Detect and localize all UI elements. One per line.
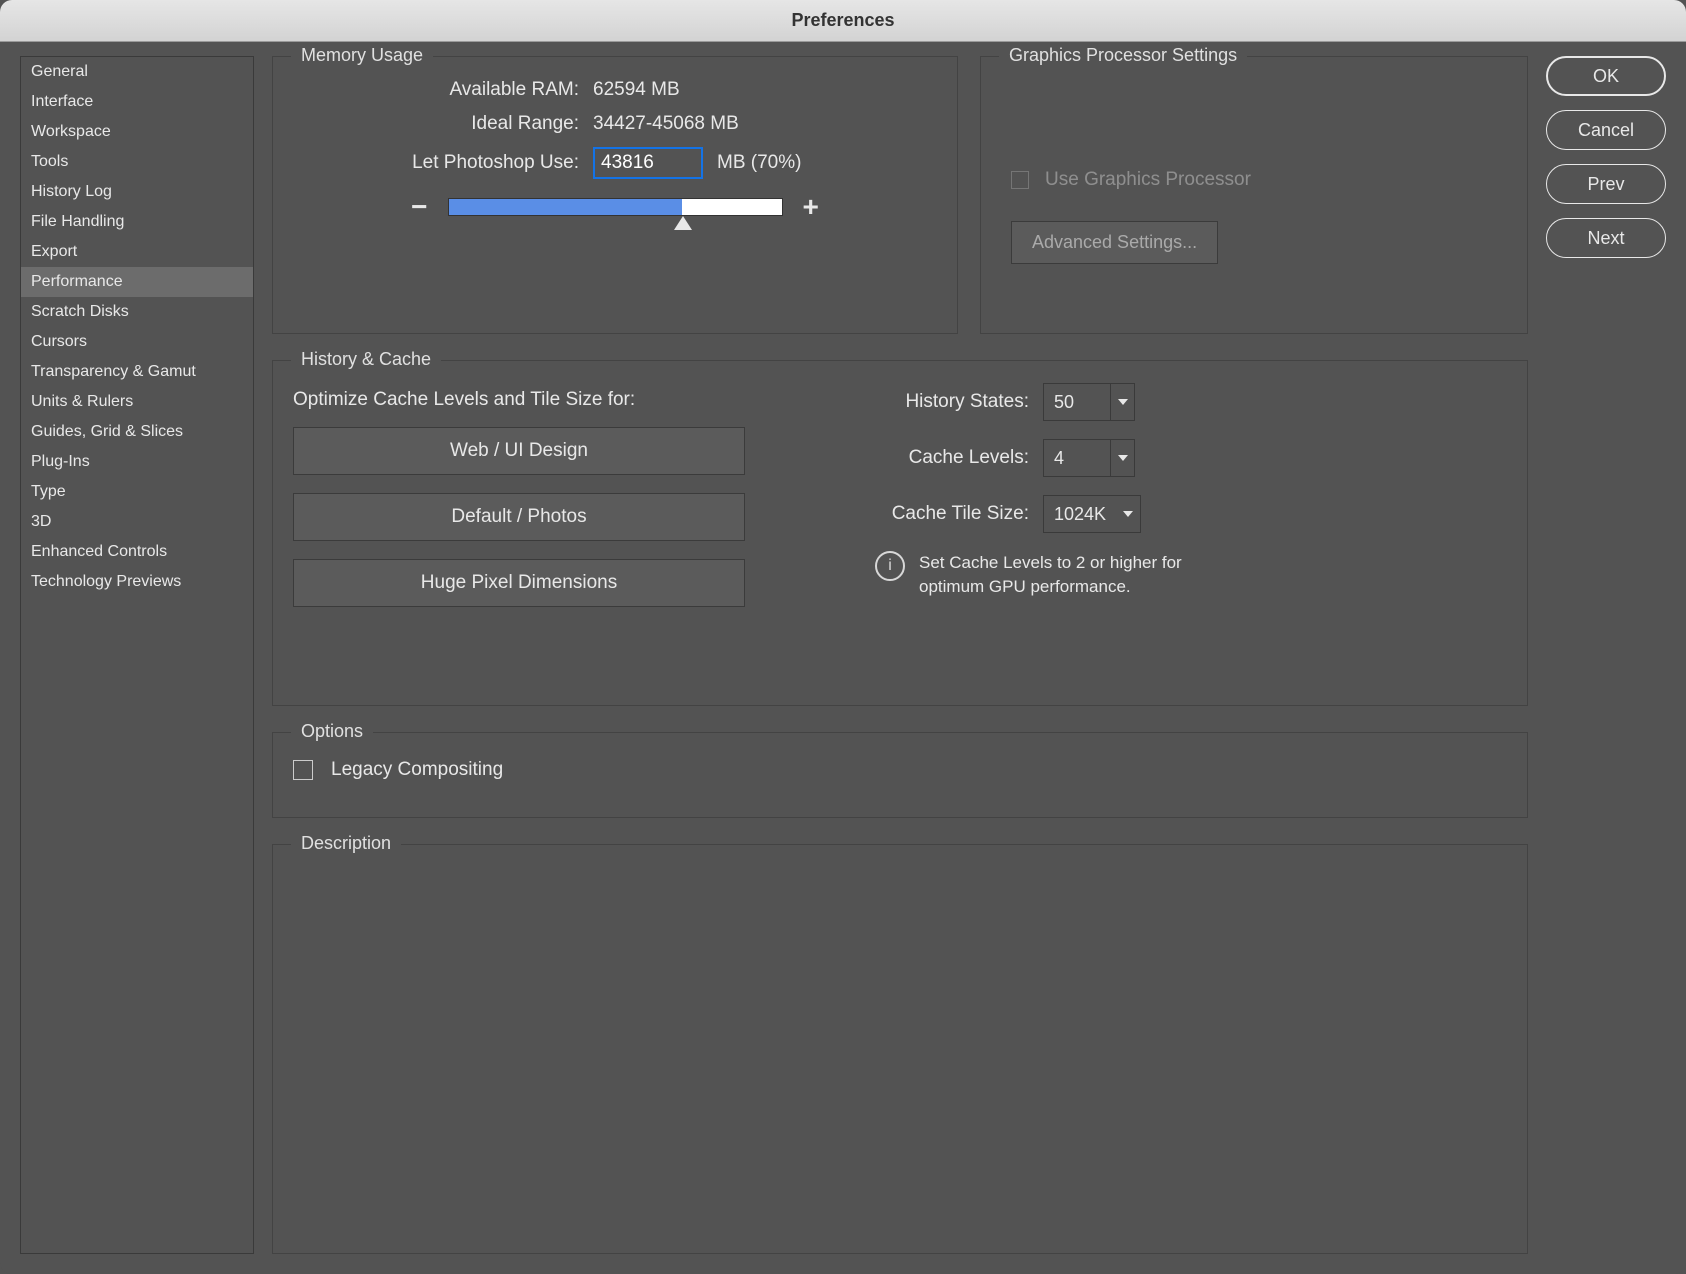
content-area: GeneralInterfaceWorkspaceToolsHistory Lo… xyxy=(0,42,1686,1274)
cache-levels-value: 4 xyxy=(1044,448,1110,469)
cache-info-text: Set Cache Levels to 2 or higher for opti… xyxy=(919,551,1239,599)
checkbox-icon xyxy=(1011,171,1029,189)
chevron-down-icon xyxy=(1116,496,1140,532)
sidebar-item-transparency-gamut[interactable]: Transparency & Gamut xyxy=(21,357,253,387)
use-gpu-label: Use Graphics Processor xyxy=(1045,169,1251,191)
history-states-select[interactable]: 50 xyxy=(1043,383,1135,421)
memory-decrease-button[interactable]: − xyxy=(411,191,427,223)
sidebar-item-file-handling[interactable]: File Handling xyxy=(21,207,253,237)
description-legend: Description xyxy=(291,833,401,854)
sidebar-item-plug-ins[interactable]: Plug-Ins xyxy=(21,447,253,477)
slider-thumb-icon[interactable] xyxy=(674,216,692,230)
sidebar-item-performance[interactable]: Performance xyxy=(21,267,253,297)
sidebar-item-guides-grid-slices[interactable]: Guides, Grid & Slices xyxy=(21,417,253,447)
optimize-label: Optimize Cache Levels and Tile Size for: xyxy=(293,389,773,411)
description-panel: Description xyxy=(272,844,1528,1254)
use-gpu-checkbox: Use Graphics Processor xyxy=(1011,169,1507,191)
advanced-settings-button: Advanced Settings... xyxy=(1011,221,1218,264)
window-title: Preferences xyxy=(791,10,894,31)
checkbox-icon xyxy=(293,760,313,780)
sidebar-item-general[interactable]: General xyxy=(21,57,253,87)
center-panels: Memory Usage Available RAM: 62594 MB Ide… xyxy=(272,56,1528,1254)
cache-levels-select[interactable]: 4 xyxy=(1043,439,1135,477)
sidebar-item-history-log[interactable]: History Log xyxy=(21,177,253,207)
memory-legend: Memory Usage xyxy=(291,45,433,66)
titlebar: Preferences xyxy=(0,0,1686,42)
sidebar-item-workspace[interactable]: Workspace xyxy=(21,117,253,147)
available-ram-label: Available RAM: xyxy=(293,79,593,101)
sidebar-item-enhanced-controls[interactable]: Enhanced Controls xyxy=(21,537,253,567)
memory-suffix: MB (70%) xyxy=(717,152,801,174)
cache-tile-value: 1024K xyxy=(1044,504,1116,525)
cache-tile-select[interactable]: 1024K xyxy=(1043,495,1141,533)
dialog-buttons: OK Cancel Prev Next xyxy=(1546,56,1666,1254)
legacy-compositing-checkbox[interactable]: Legacy Compositing xyxy=(293,759,1507,781)
cache-levels-label: Cache Levels: xyxy=(813,447,1043,469)
history-states-value: 50 xyxy=(1044,392,1110,413)
sidebar-item-units-rulers[interactable]: Units & Rulers xyxy=(21,387,253,417)
sidebar-item-scratch-disks[interactable]: Scratch Disks xyxy=(21,297,253,327)
chevron-down-icon xyxy=(1110,440,1134,476)
available-ram-value: 62594 MB xyxy=(593,79,680,101)
sidebar-item-type[interactable]: Type xyxy=(21,477,253,507)
memory-increase-button[interactable]: + xyxy=(803,191,819,223)
sidebar-item-3d[interactable]: 3D xyxy=(21,507,253,537)
ok-button[interactable]: OK xyxy=(1546,56,1666,96)
sidebar-item-tools[interactable]: Tools xyxy=(21,147,253,177)
ideal-range-value: 34427-45068 MB xyxy=(593,113,739,135)
let-use-label: Let Photoshop Use: xyxy=(293,152,593,174)
preset-default-photos-button[interactable]: Default / Photos xyxy=(293,493,745,541)
options-legend: Options xyxy=(291,721,373,742)
sidebar-item-technology-previews[interactable]: Technology Previews xyxy=(21,567,253,597)
info-icon: i xyxy=(875,551,905,581)
options-panel: Options Legacy Compositing xyxy=(272,732,1528,818)
ideal-range-label: Ideal Range: xyxy=(293,113,593,135)
memory-usage-panel: Memory Usage Available RAM: 62594 MB Ide… xyxy=(272,56,958,334)
chevron-down-icon xyxy=(1110,384,1134,420)
history-legend: History & Cache xyxy=(291,349,441,370)
gpu-legend: Graphics Processor Settings xyxy=(999,45,1247,66)
next-button[interactable]: Next xyxy=(1546,218,1666,258)
sidebar-item-export[interactable]: Export xyxy=(21,237,253,267)
history-cache-panel: History & Cache Optimize Cache Levels an… xyxy=(272,360,1528,706)
preset-huge-pixel-dimensions-button[interactable]: Huge Pixel Dimensions xyxy=(293,559,745,607)
top-row: Memory Usage Available RAM: 62594 MB Ide… xyxy=(272,56,1528,334)
legacy-compositing-label: Legacy Compositing xyxy=(331,759,503,781)
sidebar-item-interface[interactable]: Interface xyxy=(21,87,253,117)
preferences-window: Preferences GeneralInterfaceWorkspaceToo… xyxy=(0,0,1686,1274)
sidebar-item-cursors[interactable]: Cursors xyxy=(21,327,253,357)
memory-input[interactable] xyxy=(593,147,703,179)
memory-slider[interactable] xyxy=(448,198,783,216)
preferences-sidebar: GeneralInterfaceWorkspaceToolsHistory Lo… xyxy=(20,56,254,1254)
history-states-label: History States: xyxy=(813,391,1043,413)
cache-tile-label: Cache Tile Size: xyxy=(813,503,1043,525)
prev-button[interactable]: Prev xyxy=(1546,164,1666,204)
cancel-button[interactable]: Cancel xyxy=(1546,110,1666,150)
gpu-panel: Graphics Processor Settings Use Graphics… xyxy=(980,56,1528,334)
preset-web-ui-design-button[interactable]: Web / UI Design xyxy=(293,427,745,475)
